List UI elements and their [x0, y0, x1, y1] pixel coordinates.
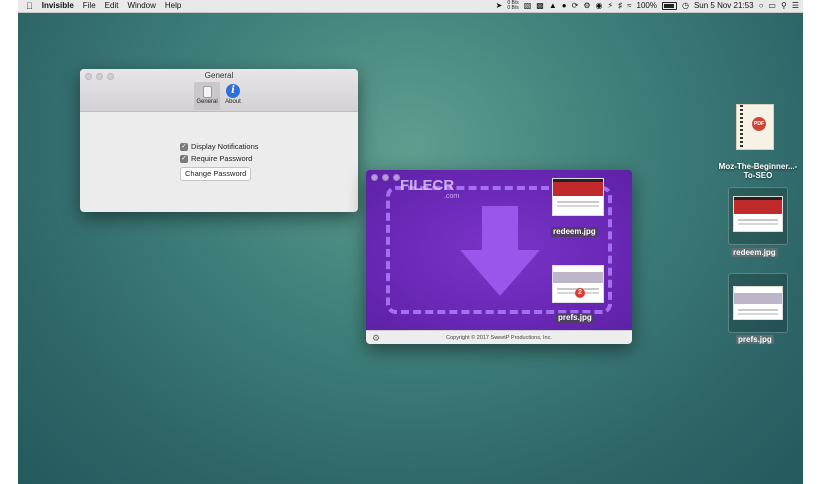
desktop-icon-redeem[interactable] [728, 187, 788, 245]
desktop-redeem-label: redeem.jpg [731, 248, 778, 257]
change-password-button[interactable]: Change Password [180, 167, 252, 181]
general-icon [202, 86, 212, 98]
copyright-text: Copyright © 2017 SweetP Productions, Inc… [446, 335, 552, 341]
require-password-checkbox[interactable]: ✓ [180, 154, 188, 163]
require-password-option[interactable]: ✓ Require Password [180, 154, 252, 163]
watermark: FILECR .com [400, 178, 459, 201]
info-icon: i [226, 84, 240, 98]
watermark-text: FILECR [400, 177, 455, 194]
apple-menu-icon[interactable]:  [26, 0, 33, 12]
battery-icon[interactable] [661, 2, 677, 10]
prefs-titlebar[interactable]: General General i About [80, 69, 358, 112]
menu-bar:  Invisible File Edit Window Help ➤ 0 B/… [18, 0, 803, 13]
airplay-icon[interactable]: ▭ [768, 0, 776, 12]
general-preferences-window: General General i About ✓ Display Notifi… [80, 69, 358, 212]
signal-icon[interactable]: ▲ [549, 0, 557, 12]
time-machine-icon[interactable]: ◷ [682, 0, 689, 12]
desktop-icon-moz-ebook[interactable]: PDF Moz-The-Beginner...-To-SEO [718, 104, 798, 184]
bluetooth-icon[interactable]: ♯ [618, 0, 622, 12]
display-notifications-checkbox[interactable]: ✓ [180, 142, 188, 151]
toolbar-general-tab[interactable]: General [194, 82, 220, 110]
desktop-redeem-thumbnail [733, 196, 783, 232]
menu-window[interactable]: Window [127, 0, 155, 12]
app-close-button[interactable] [371, 174, 378, 181]
desktop-prefs-thumbnail [733, 286, 783, 320]
file-count-badge: 2 [575, 288, 585, 298]
document-icon: PDF [736, 104, 774, 150]
menubar-status-area: ➤ 0 B/s 0 B/s ▧ ▩ ▲ ● ⟳ ⚙ ◉ ⚡ ♯ ≈ 100% ◷… [496, 0, 799, 12]
prefs-window-title: General [204, 71, 234, 80]
toolbar-general-label: General [196, 99, 218, 105]
location-arrow-icon[interactable]: ➤ [496, 0, 503, 12]
app-footer: ⚙ Copyright © 2017 SweetP Productions, I… [366, 330, 632, 344]
toolbar-about-tab[interactable]: i About [220, 82, 246, 110]
menu-help[interactable]: Help [165, 0, 181, 12]
seal-icon: PDF [752, 117, 766, 131]
menu-file[interactable]: File [83, 0, 96, 12]
app-settings-gear-icon[interactable]: ⚙ [372, 331, 380, 344]
drop-zone[interactable]: FILECR .com redeem.jpg 2 prefs.jpg [366, 170, 632, 330]
display-notifications-option[interactable]: ✓ Display Notifications [180, 142, 259, 151]
redeem-filename: redeem.jpg [551, 227, 598, 237]
require-password-label: Require Password [191, 154, 253, 163]
wifi-icon[interactable]: ≈ [627, 0, 631, 12]
desktop-prefs-label: prefs.jpg [736, 335, 774, 344]
toolbar-about-label: About [225, 99, 241, 105]
prefs-filename: prefs.jpg [556, 313, 594, 323]
net-down: 0 B/s [507, 5, 519, 11]
invisible-app-window: FILECR .com redeem.jpg 2 prefs.jpg ⚙ Cop… [366, 170, 632, 344]
user-icon[interactable]: ● [562, 0, 567, 12]
redeem-thumbnail[interactable] [552, 178, 604, 216]
menu-edit[interactable]: Edit [105, 0, 119, 12]
desktop-icon-moz-label: Moz-The-Beginner...-To-SEO [718, 162, 798, 180]
app-window-controls [371, 174, 400, 181]
desktop[interactable]:  Invisible File Edit Window Help ➤ 0 B/… [18, 0, 803, 484]
activity-meter-icon[interactable]: ▧ [524, 0, 532, 12]
watermark-subtext: .com [444, 193, 460, 200]
down-arrow-icon [460, 206, 540, 296]
menu-clock[interactable]: Sun 5 Nov 21:53 [694, 0, 754, 12]
notification-center-icon[interactable]: ☰ [792, 0, 799, 12]
settings-gear-icon[interactable]: ⚙ [583, 0, 590, 12]
sync-icon[interactable]: ⟳ [572, 0, 579, 12]
invisible-app-icon[interactable]: ◉ [596, 0, 603, 12]
spotlight-search-icon[interactable]: ⚲ [781, 0, 787, 12]
menu-app-name[interactable]: Invisible [42, 0, 74, 12]
network-speed[interactable]: 0 B/s 0 B/s [507, 1, 518, 11]
display-notifications-label: Display Notifications [191, 142, 259, 151]
app-minimize-button[interactable] [382, 174, 389, 181]
battery-percent[interactable]: 100% [637, 0, 657, 12]
app-zoom-button[interactable] [393, 174, 400, 181]
prefs-body: ✓ Display Notifications ✓ Require Passwo… [80, 112, 358, 212]
chart-bars-icon[interactable]: ▩ [536, 0, 544, 12]
desktop-icon-prefs[interactable] [728, 273, 788, 333]
bolt-icon[interactable]: ⚡ [607, 0, 613, 12]
circle-icon[interactable]: ○ [759, 0, 764, 12]
